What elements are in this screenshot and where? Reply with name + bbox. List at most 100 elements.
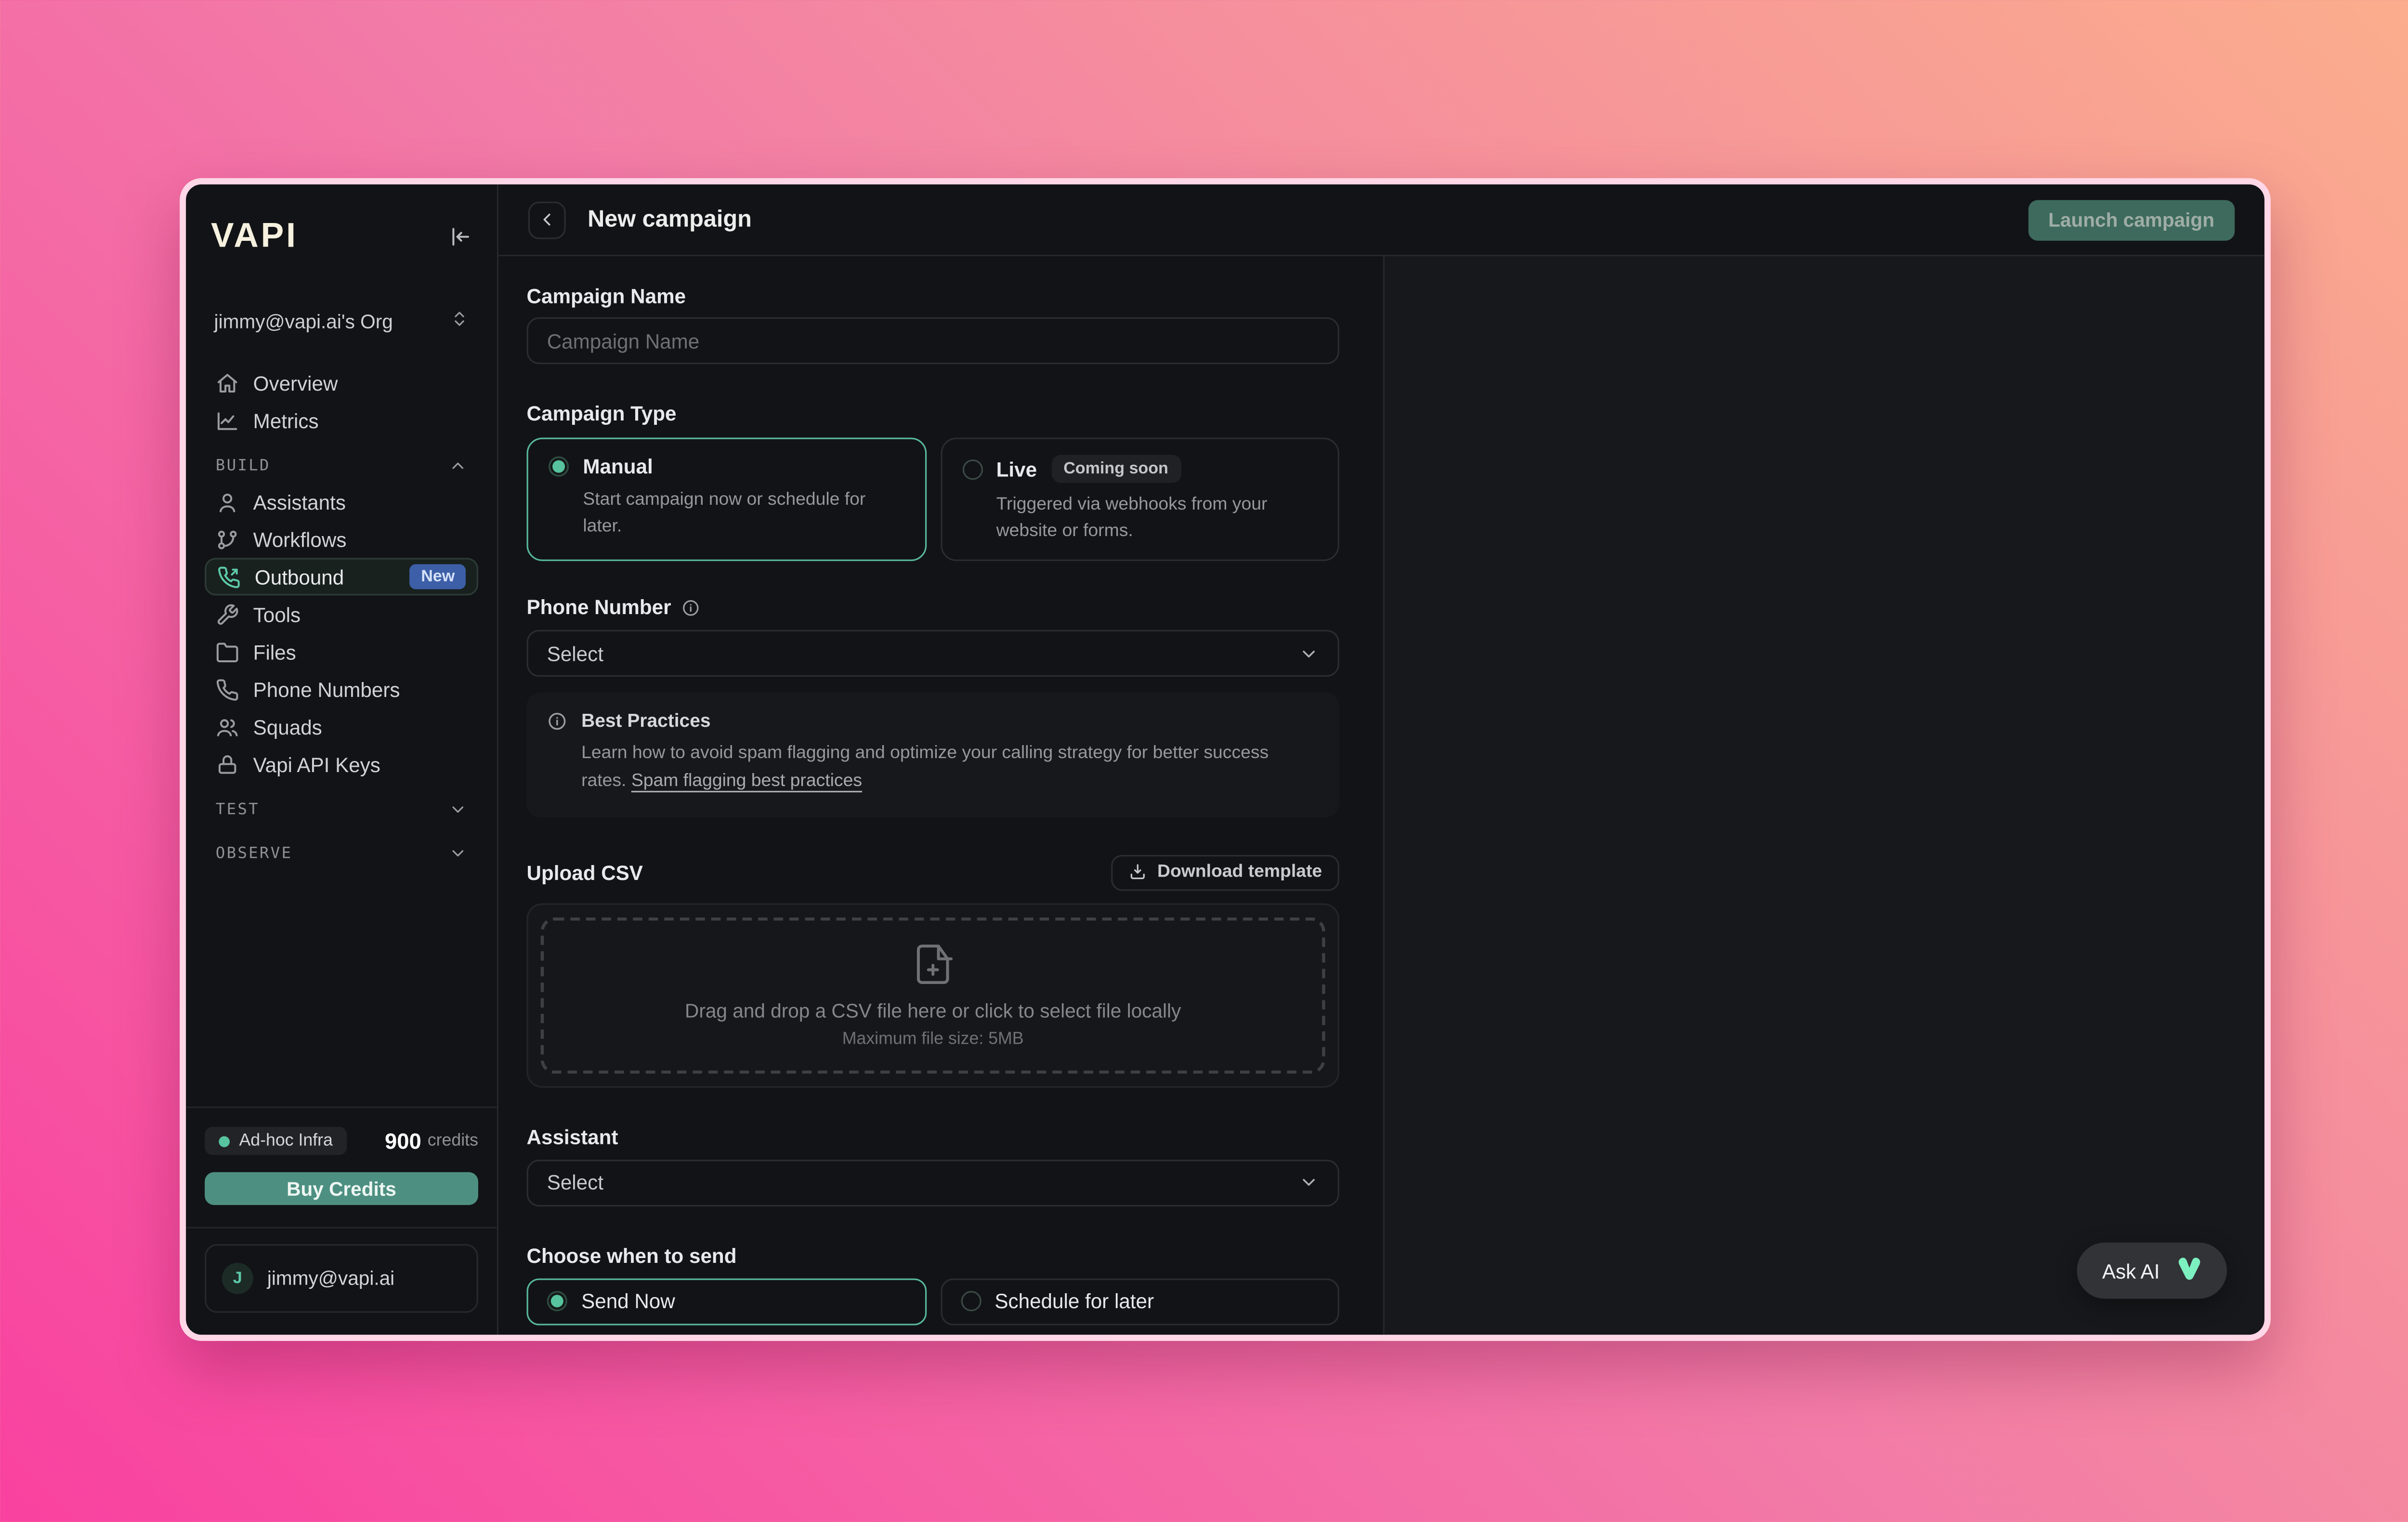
preview-panel: Ask AI: [1383, 256, 2264, 1335]
best-practices-note: Best Practices Learn how to avoid spam f…: [527, 693, 1339, 817]
sidebar-item-files[interactable]: Files: [205, 633, 478, 670]
dropzone-text: Drag and drop a CSV file here or click t…: [685, 1000, 1181, 1022]
info-icon: [547, 712, 567, 797]
phone-number-select[interactable]: Select: [527, 630, 1339, 677]
radio-selected-icon: [549, 457, 569, 477]
back-button[interactable]: [528, 201, 566, 238]
best-practices-title: Best Practices: [581, 710, 1292, 732]
sidebar-item-squads[interactable]: Squads: [205, 708, 478, 746]
sidebar-item-label: Outbound: [255, 565, 344, 589]
live-desc: Triggered via webhooks from your website…: [996, 492, 1318, 544]
sidebar-item-label: Workflows: [253, 527, 347, 551]
sidebar-collapse-icon[interactable]: [448, 224, 472, 248]
manual-title: Manual: [583, 455, 653, 478]
user-email: jimmy@vapi.ai: [267, 1268, 394, 1289]
spam-flagging-link[interactable]: Spam flagging best practices: [631, 772, 862, 791]
sidebar-item-label: Overview: [253, 371, 338, 395]
chevron-up-icon: [448, 457, 467, 475]
section-label: BUILD: [216, 457, 271, 474]
download-icon: [1127, 864, 1146, 882]
coming-soon-badge: Coming soon: [1051, 455, 1181, 483]
org-name: jimmy@vapi.ai's Org: [214, 310, 393, 332]
desktop-background: VAPI jimmy@vapi.ai's Org Overview: [0, 0, 2408, 1522]
campaign-type-manual-card[interactable]: Manual Start campaign now or schedule fo…: [527, 438, 926, 562]
section-test[interactable]: TEST: [205, 792, 478, 827]
live-title: Live: [996, 457, 1037, 481]
new-badge: New: [410, 564, 465, 589]
avatar: J: [222, 1263, 253, 1294]
app-window: VAPI jimmy@vapi.ai's Org Overview: [180, 178, 2271, 1341]
user-icon: [216, 490, 239, 513]
credits-amount: 900: [385, 1128, 421, 1154]
chevrons-up-down-icon: [450, 309, 469, 333]
page-title: New campaign: [588, 206, 752, 233]
wrench-icon: [216, 603, 239, 626]
phone-icon: [216, 678, 239, 701]
buy-credits-button[interactable]: Buy Credits: [205, 1172, 478, 1205]
campaign-type-live-card[interactable]: Live Coming soon Triggered via webhooks …: [940, 438, 1339, 562]
manual-desc: Start campaign now or schedule for later…: [583, 487, 904, 539]
credits-unit: credits: [428, 1131, 478, 1150]
radio-selected-icon: [547, 1292, 567, 1312]
launch-campaign-header-button[interactable]: Launch campaign: [2028, 199, 2235, 240]
chevron-left-icon: [537, 210, 557, 230]
git-branch-icon: [216, 527, 239, 551]
section-label: TEST: [216, 801, 260, 818]
phone-number-select-value: Select: [547, 642, 603, 666]
user-menu[interactable]: J jimmy@vapi.ai: [205, 1244, 478, 1313]
download-template-label: Download template: [1157, 864, 1322, 882]
best-practices-body: Learn how to avoid spam flagging and opt…: [581, 741, 1292, 797]
sidebar-item-label: Assistants: [253, 490, 346, 513]
sidebar-item-outbound[interactable]: Outbound New: [205, 558, 478, 595]
info-icon[interactable]: [682, 598, 701, 617]
org-switcher[interactable]: jimmy@vapi.ai's Org: [205, 303, 478, 340]
sidebar-item-vapi-api-keys[interactable]: Vapi API Keys: [205, 746, 478, 783]
assistant-select[interactable]: Select: [527, 1160, 1339, 1207]
credits-section: Ad-hoc Infra 900 credits Buy Credits: [186, 1106, 497, 1227]
send-now-label: Send Now: [581, 1290, 675, 1314]
dropzone-max-size: Maximum file size: 5MB: [842, 1030, 1024, 1049]
sidebar-item-tools[interactable]: Tools: [205, 595, 478, 633]
ask-ai-label: Ask AI: [2102, 1259, 2160, 1283]
upload-csv-label: Upload CSV: [527, 861, 643, 885]
sidebar-item-assistants[interactable]: Assistants: [205, 483, 478, 521]
chevron-down-icon: [448, 844, 467, 863]
section-build[interactable]: BUILD: [205, 448, 478, 483]
campaign-type-label: Campaign Type: [527, 402, 1339, 425]
radio-unselected-icon: [960, 1292, 981, 1312]
sidebar-item-workflows[interactable]: Workflows: [205, 521, 478, 558]
phone-outgoing-icon: [217, 565, 241, 589]
campaign-name-label: Campaign Name: [527, 285, 1339, 308]
chevron-down-icon: [1299, 1173, 1319, 1193]
schedule-later-option[interactable]: Schedule for later: [940, 1278, 1339, 1325]
sidebar-item-metrics[interactable]: Metrics: [205, 402, 478, 439]
send-time-label: Choose when to send: [527, 1244, 1339, 1268]
status-dot-icon: [219, 1135, 230, 1146]
home-icon: [216, 371, 239, 395]
sidebar-item-phone-numbers[interactable]: Phone Numbers: [205, 670, 478, 708]
sidebar-item-label: Files: [253, 640, 296, 664]
section-observe[interactable]: OBSERVE: [205, 836, 478, 870]
send-now-option[interactable]: Send Now: [527, 1278, 926, 1325]
section-label: OBSERVE: [216, 845, 293, 862]
assistant-select-value: Select: [547, 1171, 603, 1195]
vapi-v-icon: [2172, 1253, 2206, 1287]
upload-csv-card: Drag and drop a CSV file here or click t…: [527, 903, 1339, 1088]
infra-label: Ad-hoc Infra: [239, 1131, 332, 1150]
sidebar-item-label: Metrics: [253, 409, 319, 433]
file-plus-icon: [911, 943, 955, 986]
infra-badge: Ad-hoc Infra: [205, 1127, 347, 1155]
campaign-name-input[interactable]: [527, 317, 1339, 364]
sidebar-item-label: Squads: [253, 715, 322, 739]
campaign-form: Campaign Name Campaign Type Manual Start…: [498, 256, 1383, 1335]
sidebar: VAPI jimmy@vapi.ai's Org Overview: [186, 184, 498, 1335]
ask-ai-button[interactable]: Ask AI: [2077, 1243, 2227, 1299]
radio-unselected-icon: [962, 459, 982, 479]
sidebar-item-overview[interactable]: Overview: [205, 364, 478, 402]
vapi-logo: VAPI: [211, 216, 298, 256]
download-template-button[interactable]: Download template: [1111, 855, 1339, 891]
page-header: New campaign Launch campaign: [498, 184, 2264, 256]
csv-dropzone[interactable]: Drag and drop a CSV file here or click t…: [541, 918, 1325, 1074]
user-section: J jimmy@vapi.ai: [186, 1227, 497, 1335]
lock-icon: [216, 752, 239, 776]
